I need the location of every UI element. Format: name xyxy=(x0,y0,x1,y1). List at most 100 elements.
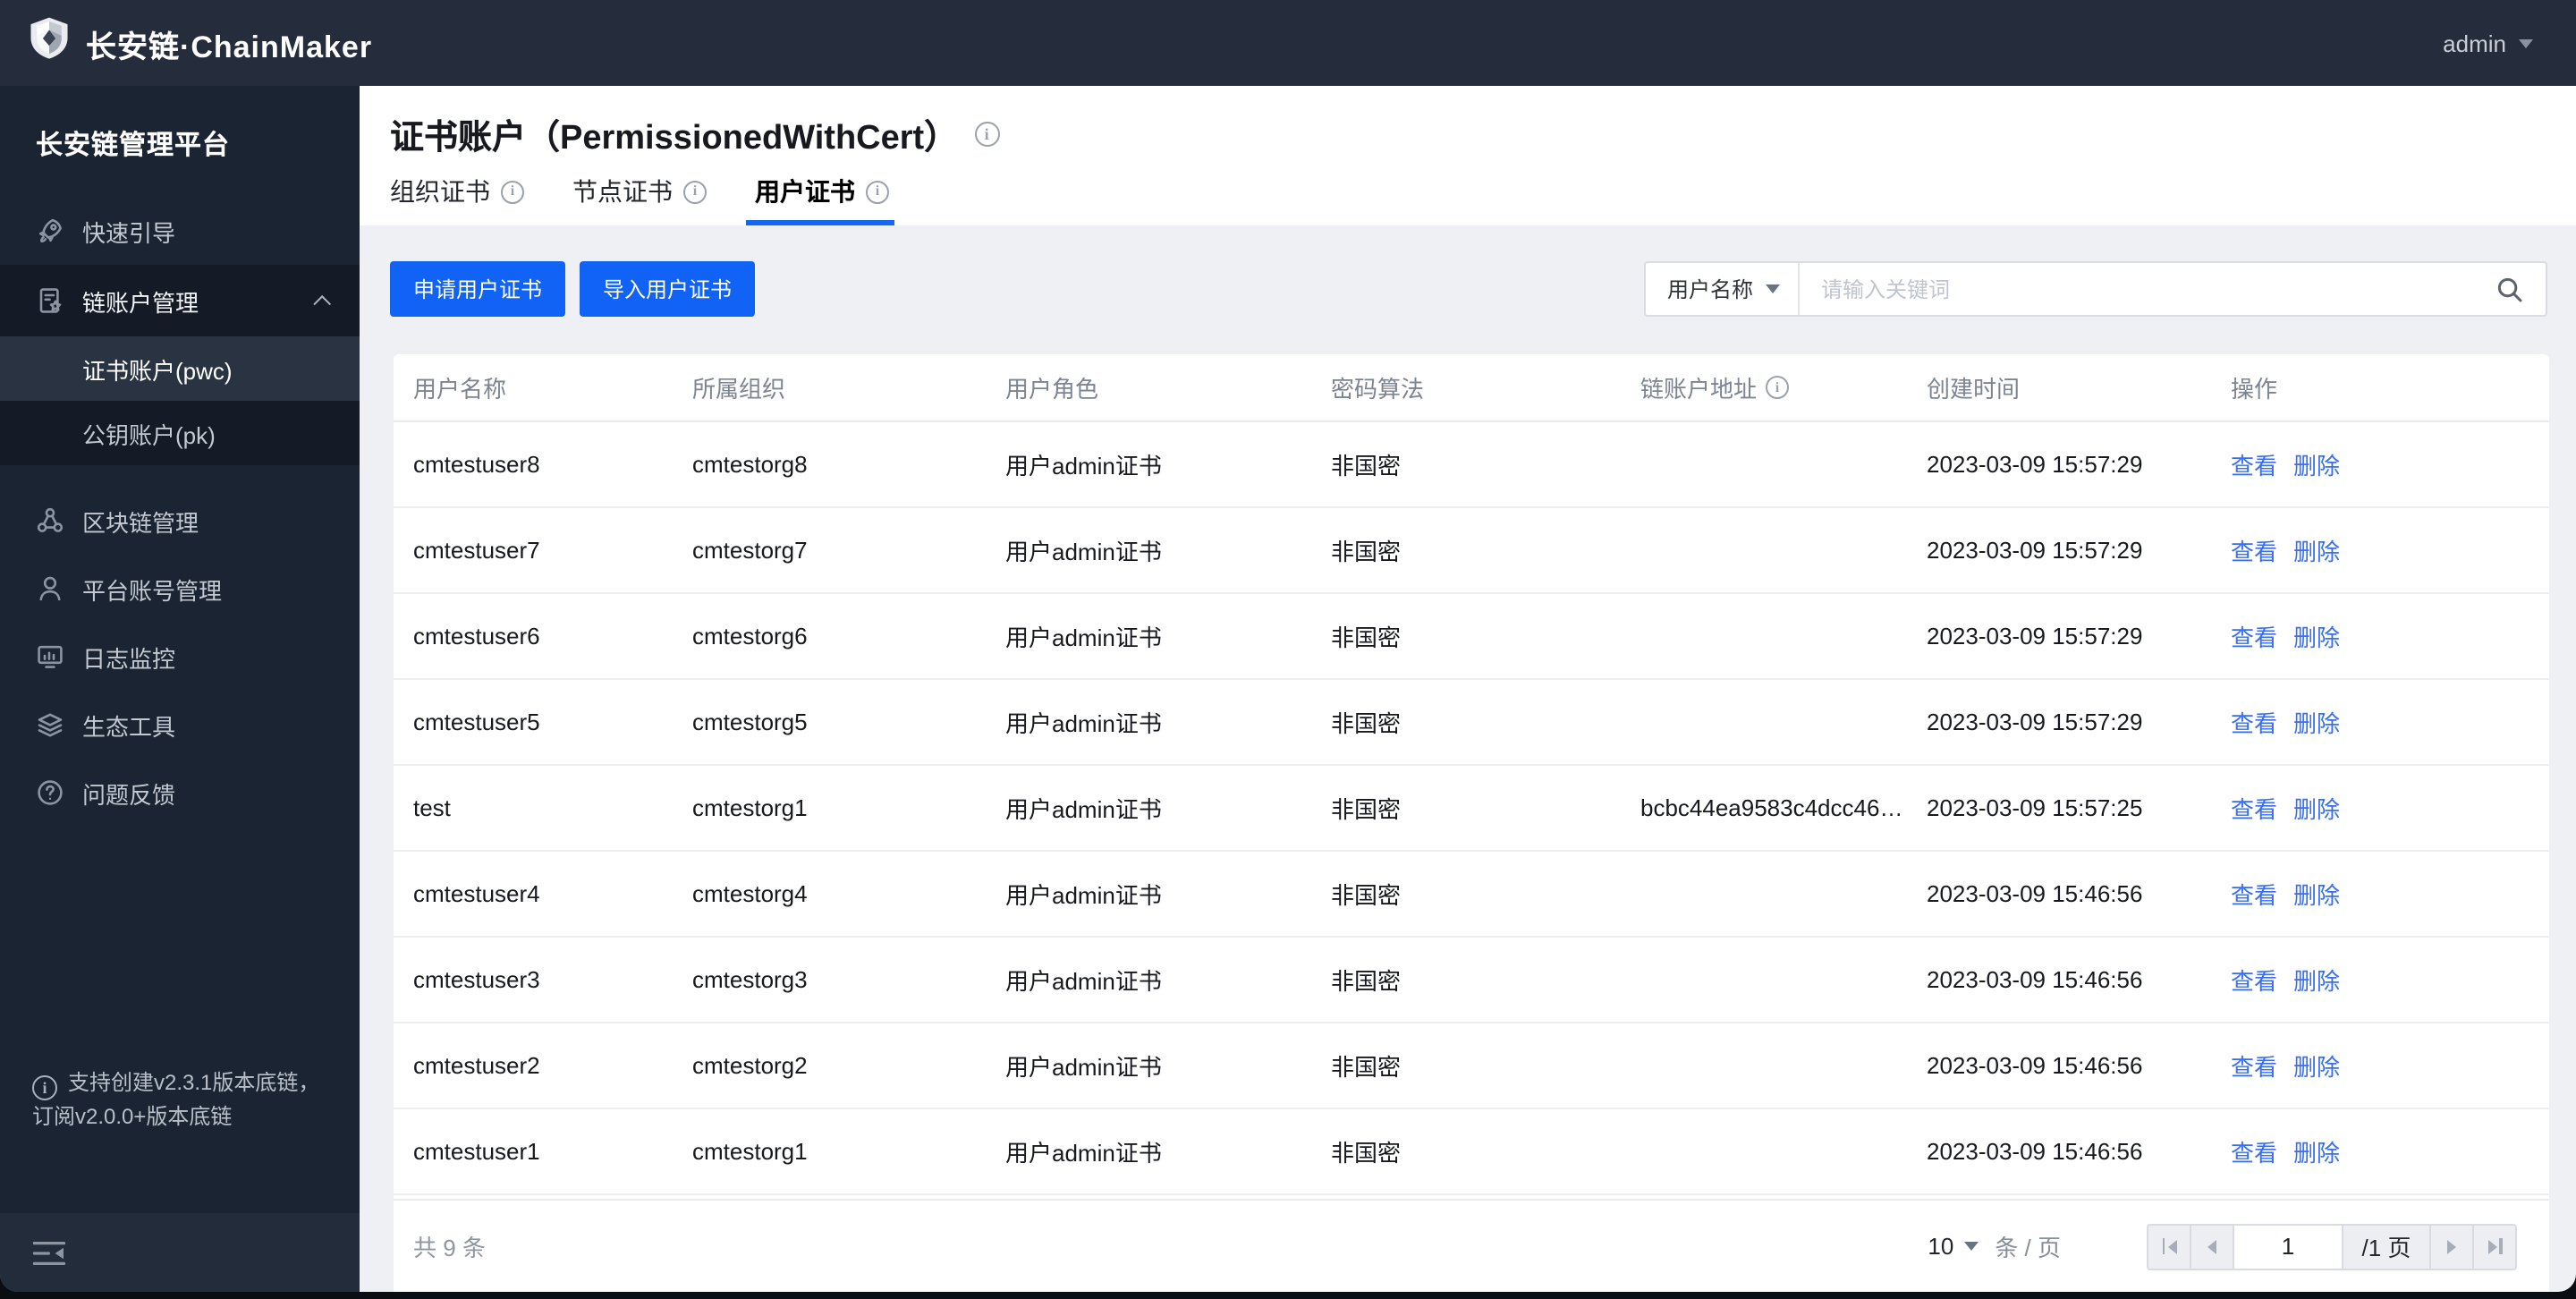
sidebar-item-label: 快速引导 xyxy=(82,219,176,246)
sidebar-item-chain-account-mgmt[interactable]: 链账户管理 xyxy=(0,265,360,336)
table-row: test cmtestorg1 用户admin证书 非国密 bcbc44ea95… xyxy=(394,766,2549,852)
total-count: 共 9 条 xyxy=(413,1235,486,1261)
sidebar-item-platform-account-mgmt[interactable]: 平台账号管理 xyxy=(0,555,360,623)
user-name: admin xyxy=(2443,30,2506,56)
page-size-select[interactable]: 10 xyxy=(1928,1233,1979,1260)
view-link[interactable]: 查看 xyxy=(2231,791,2277,825)
import-user-cert-button[interactable]: 导入用户证书 xyxy=(580,261,756,317)
table-row: cmtestuser2 cmtestorg2 用户admin证书 非国密 202… xyxy=(394,1023,2549,1109)
table-row: cmtestuser4 cmtestorg4 用户admin证书 非国密 202… xyxy=(394,852,2549,938)
sidebar-item-eco-tools[interactable]: 生态工具 xyxy=(0,691,360,759)
sidebar-item-label: 区块链管理 xyxy=(82,509,199,536)
view-link[interactable]: 查看 xyxy=(2231,705,2277,739)
sidebar-subitem-label: 公钥账户(pk) xyxy=(82,421,216,448)
info-icon[interactable] xyxy=(1766,376,1790,399)
sidebar-subitem-label: 证书账户(pwc) xyxy=(82,357,233,384)
page-header: 证书账户（PermissionedWithCert） 组织证书 节点证书 用户证… xyxy=(360,86,2576,225)
view-link[interactable]: 查看 xyxy=(2231,877,2277,911)
tab-org-certificates[interactable]: 组织证书 xyxy=(390,174,524,225)
info-icon[interactable] xyxy=(501,180,524,203)
apply-user-cert-button[interactable]: 申请用户证书 xyxy=(390,261,566,317)
main-content: 证书账户（PermissionedWithCert） 组织证书 节点证书 用户证… xyxy=(360,86,2576,1292)
view-link[interactable]: 查看 xyxy=(2231,963,2277,997)
info-icon[interactable] xyxy=(683,180,707,203)
table-row: cmtestuser7 cmtestorg7 用户admin证书 非国密 202… xyxy=(394,508,2549,594)
delete-link[interactable]: 删除 xyxy=(2293,963,2340,997)
view-link[interactable]: 查看 xyxy=(2231,1134,2277,1168)
chevron-down-icon xyxy=(1766,284,1781,293)
col-created: 创建时间 xyxy=(1927,376,2021,403)
table-row: cmtestuser5 cmtestorg5 用户admin证书 非国密 202… xyxy=(394,680,2549,766)
col-address: 链账户地址 xyxy=(1640,370,1927,404)
col-algo: 密码算法 xyxy=(1331,376,1425,403)
sidebar-footer xyxy=(0,1213,360,1292)
view-link[interactable]: 查看 xyxy=(2231,1049,2277,1082)
next-page-icon xyxy=(2447,1239,2456,1253)
tab-user-certificates[interactable]: 用户证书 xyxy=(746,174,894,225)
sidebar-item-log-monitor[interactable]: 日志监控 xyxy=(0,623,360,691)
table-row: cmtestuser8 cmtestorg8 用户admin证书 非国密 202… xyxy=(394,422,2549,508)
help-circle-icon xyxy=(36,778,64,807)
tab-node-certificates[interactable]: 节点证书 xyxy=(572,174,707,225)
sidebar-item-label: 问题反馈 xyxy=(82,781,176,808)
table-footer: 共 9 条 10 条 / 页 1 /1 页 xyxy=(394,1199,2549,1292)
sidebar-item-feedback[interactable]: 问题反馈 xyxy=(0,759,360,827)
col-org: 所属组织 xyxy=(692,376,786,403)
chevron-down-icon xyxy=(1964,1242,1979,1251)
sidebar-item-label: 链账户管理 xyxy=(82,289,199,316)
delete-link[interactable]: 删除 xyxy=(2293,533,2340,567)
next-page-button[interactable] xyxy=(2429,1223,2474,1269)
sidebar-item-quick-guide[interactable]: 快速引导 xyxy=(0,197,360,265)
toolbar: 申请用户证书 导入用户证书 用户名称 xyxy=(390,261,2547,317)
sidebar: 长安链管理平台 快速引导 链账户管理 证书账户(pwc) 公钥账户(pk) 区块… xyxy=(0,86,360,1292)
col-user-name: 用户名称 xyxy=(413,376,507,403)
first-page-button[interactable] xyxy=(2147,1223,2191,1269)
page-count-label: /1 页 xyxy=(2342,1223,2431,1269)
collapse-sidebar-icon[interactable] xyxy=(32,1239,66,1266)
delete-link[interactable]: 删除 xyxy=(2293,1049,2340,1082)
brand-logo[interactable]: 长安链·ChainMaker xyxy=(29,16,372,70)
sidebar-item-pubkey-account-pk[interactable]: 公钥账户(pk) xyxy=(0,401,360,465)
last-page-button[interactable] xyxy=(2472,1223,2517,1269)
rocket-icon xyxy=(36,216,64,245)
monitor-chart-icon xyxy=(36,642,64,671)
sidebar-item-cert-account-pwc[interactable]: 证书账户(pwc) xyxy=(0,336,360,401)
sidebar-item-label: 日志监控 xyxy=(82,645,176,672)
search-field-select[interactable]: 用户名称 xyxy=(1646,263,1798,315)
browser-window: 长安链·ChainMaker admin 长安链管理平台 快速引导 链账户管理 xyxy=(0,0,2576,1292)
search-icon[interactable] xyxy=(2496,275,2524,303)
topbar: 长安链·ChainMaker admin xyxy=(0,0,2576,86)
prev-page-button[interactable] xyxy=(2190,1223,2234,1269)
pagination: 10 条 / 页 1 /1 页 xyxy=(1928,1223,2517,1269)
app: 长安链·ChainMaker admin 长安链管理平台 快速引导 链账户管理 xyxy=(0,0,2576,1299)
chevron-up-icon xyxy=(313,293,332,312)
view-link[interactable]: 查看 xyxy=(2231,533,2277,567)
view-link[interactable]: 查看 xyxy=(2231,619,2277,653)
current-page-input[interactable]: 1 xyxy=(2233,1223,2343,1269)
search-input[interactable] xyxy=(1800,276,2496,301)
sidebar-item-blockchain-mgmt[interactable]: 区块链管理 xyxy=(0,487,360,555)
info-icon[interactable] xyxy=(974,122,1000,147)
table-row: cmtestuser3 cmtestorg3 用户admin证书 非国密 202… xyxy=(394,938,2549,1023)
info-icon[interactable] xyxy=(866,180,889,203)
delete-link[interactable]: 删除 xyxy=(2293,619,2340,653)
chainmaker-shield-icon xyxy=(29,16,70,70)
screen: 长安链·ChainMaker admin 长安链管理平台 快速引导 链账户管理 xyxy=(0,0,2576,1299)
view-link[interactable]: 查看 xyxy=(2231,447,2277,481)
chevron-down-icon xyxy=(2519,38,2533,47)
table-header-row: 用户名称 所属组织 用户角色 密码算法 链账户地址 创建时间 操作 xyxy=(394,354,2549,422)
delete-link[interactable]: 删除 xyxy=(2293,877,2340,911)
delete-link[interactable]: 删除 xyxy=(2293,447,2340,481)
delete-link[interactable]: 删除 xyxy=(2293,1134,2340,1168)
user-icon xyxy=(36,574,64,603)
col-role: 用户角色 xyxy=(1005,376,1099,403)
certificate-doc-icon xyxy=(36,286,64,315)
user-menu[interactable]: admin xyxy=(2443,30,2533,56)
sidebar-item-label: 平台账号管理 xyxy=(82,577,223,604)
pager: 1 /1 页 xyxy=(2147,1223,2517,1269)
brand-text: 长安链·ChainMaker xyxy=(86,30,373,64)
sidebar-title: 长安链管理平台 xyxy=(36,130,231,160)
layers-icon xyxy=(36,710,64,739)
delete-link[interactable]: 删除 xyxy=(2293,791,2340,825)
delete-link[interactable]: 删除 xyxy=(2293,705,2340,739)
